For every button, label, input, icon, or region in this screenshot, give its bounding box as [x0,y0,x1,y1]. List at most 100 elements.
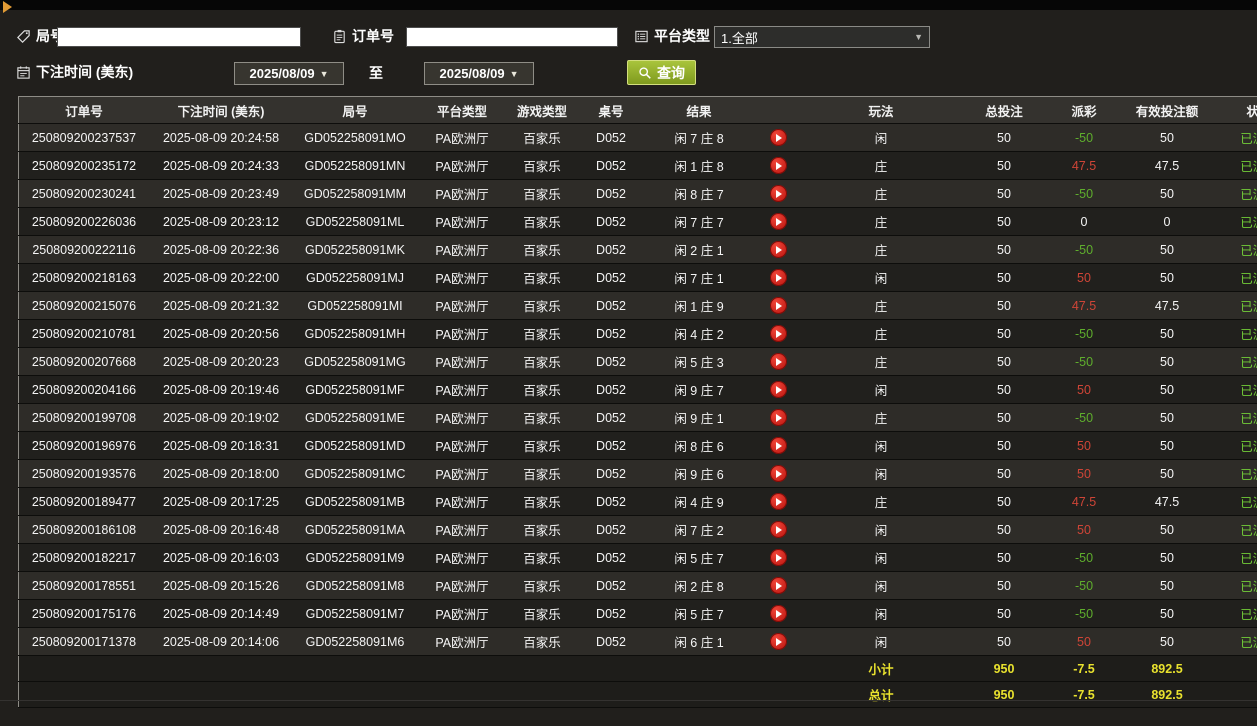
play-video-button[interactable] [769,633,787,650]
play-video-button[interactable] [769,297,787,314]
column-header-5: 桌号 [577,96,645,124]
cell-game-type: 百家乐 [507,291,577,320]
column-header-2: 局号 [293,96,417,124]
grand-total-empty [1215,681,1257,708]
play-video-button[interactable] [769,269,787,286]
cell-play-type: 闲 [803,599,959,628]
play-video-button[interactable] [769,353,787,370]
cell-result: 闲 9 庄 1 [645,403,753,432]
cell-status: 已派彩 [1215,151,1257,180]
cell-result: 闲 5 庄 7 [645,543,753,572]
cell-platform: PA欧洲厅 [417,599,507,628]
cell-order-id: 250809200171378 [18,627,149,656]
cell-result: 闲 5 庄 3 [645,347,753,376]
cell-bet-time: 2025-08-09 20:23:49 [149,179,293,208]
cell-result: 闲 8 庄 7 [645,179,753,208]
table-row: 250809200226036 2025-08-09 20:23:12 GD0522… [18,207,1257,236]
cell-order-id: 250809200186108 [18,515,149,544]
query-button[interactable]: 查询 [627,60,696,85]
round-no-input[interactable] [57,27,301,47]
table-row: 250809200193576 2025-08-09 20:18:00 GD0522… [18,459,1257,488]
cell-play-video [753,431,803,460]
cell-result: 闲 6 庄 1 [645,627,753,656]
play-icon [776,161,782,170]
platform-type-select[interactable]: 1.全部 ▼ [714,26,930,48]
play-video-button[interactable] [769,493,787,510]
play-video-button[interactable] [769,213,787,230]
cell-game-type: 百家乐 [507,627,577,656]
cell-valid-bet: 50 [1119,515,1215,544]
cell-bet-time: 2025-08-09 20:18:31 [149,431,293,460]
play-video-button[interactable] [769,437,787,454]
cell-valid-bet: 47.5 [1119,487,1215,516]
platform-type-label-group: 平台类型 [634,26,710,46]
cell-play-video [753,179,803,208]
cell-table-no: D052 [577,459,645,488]
cell-valid-bet: 47.5 [1119,291,1215,320]
play-icon [776,301,782,310]
play-video-button[interactable] [769,381,787,398]
cell-valid-bet: 50 [1119,123,1215,152]
cell-valid-bet: 50 [1119,403,1215,432]
cell-order-id: 250809200237537 [18,123,149,152]
order-no-input[interactable] [406,27,618,47]
play-video-button[interactable] [769,465,787,482]
play-video-button[interactable] [769,549,787,566]
cell-game-type: 百家乐 [507,459,577,488]
play-video-button[interactable] [769,129,787,146]
collapse-arrow-icon[interactable] [3,1,12,13]
play-video-button[interactable] [769,521,787,538]
date-from-picker[interactable]: 2025/08/09 ▼ [234,62,344,85]
play-icon [776,609,782,618]
cell-total-bet: 50 [959,599,1049,628]
cell-valid-bet: 50 [1119,543,1215,572]
cell-bet-time: 2025-08-09 20:22:00 [149,263,293,292]
cell-play-video [753,291,803,320]
column-header-6: 结果 [645,96,753,124]
cell-table-no: D052 [577,627,645,656]
filter-bar: 局号 订单号 平台类型 1.全部 ▼ 下注时间 (美东) 2025/08/09 … [0,10,1257,96]
cell-game-type: 百家乐 [507,319,577,348]
play-icon [776,581,782,590]
cell-play-type: 庄 [803,235,959,264]
table-row: 250809200235172 2025-08-09 20:24:33 GD0522… [18,151,1257,180]
date-to-picker[interactable]: 2025/08/09 ▼ [424,62,534,85]
table-header-row: 订单号下注时间 (美东)局号平台类型游戏类型桌号结果 玩法总投注派彩有效投注额状态 [18,96,1257,124]
cell-status: 已派彩 [1215,123,1257,152]
cell-total-bet: 50 [959,235,1049,264]
cell-order-id: 250809200196976 [18,431,149,460]
play-video-button[interactable] [769,577,787,594]
cell-play-video [753,599,803,628]
cell-bet-time: 2025-08-09 20:23:12 [149,207,293,236]
subtotal-label: 小计 [803,655,959,682]
play-icon [776,469,782,478]
cell-game-type: 百家乐 [507,263,577,292]
cell-table-no: D052 [577,599,645,628]
play-video-button[interactable] [769,241,787,258]
cell-round-id: GD052258091M6 [293,627,417,656]
cell-order-id: 250809200222116 [18,235,149,264]
cell-platform: PA欧洲厅 [417,487,507,516]
play-video-button[interactable] [769,185,787,202]
cell-status: 已派彩 [1215,179,1257,208]
cell-result: 闲 1 庄 9 [645,291,753,320]
cell-table-no: D052 [577,403,645,432]
cell-valid-bet: 47.5 [1119,151,1215,180]
table-row: 250809200237537 2025-08-09 20:24:58 GD0522… [18,123,1257,152]
cell-table-no: D052 [577,151,645,180]
cell-result: 闲 7 庄 7 [645,207,753,236]
cell-game-type: 百家乐 [507,515,577,544]
play-video-button[interactable] [769,157,787,174]
play-video-button[interactable] [769,409,787,426]
play-video-button[interactable] [769,325,787,342]
bet-time-label: 下注时间 (美东) [36,64,134,80]
cell-order-id: 250809200204166 [18,375,149,404]
cell-total-bet: 50 [959,571,1049,600]
cell-play-type: 庄 [803,151,959,180]
cell-play-video [753,515,803,544]
cell-game-type: 百家乐 [507,431,577,460]
cell-play-type: 庄 [803,403,959,432]
cell-platform: PA欧洲厅 [417,375,507,404]
play-video-button[interactable] [769,605,787,622]
cell-play-video [753,123,803,152]
